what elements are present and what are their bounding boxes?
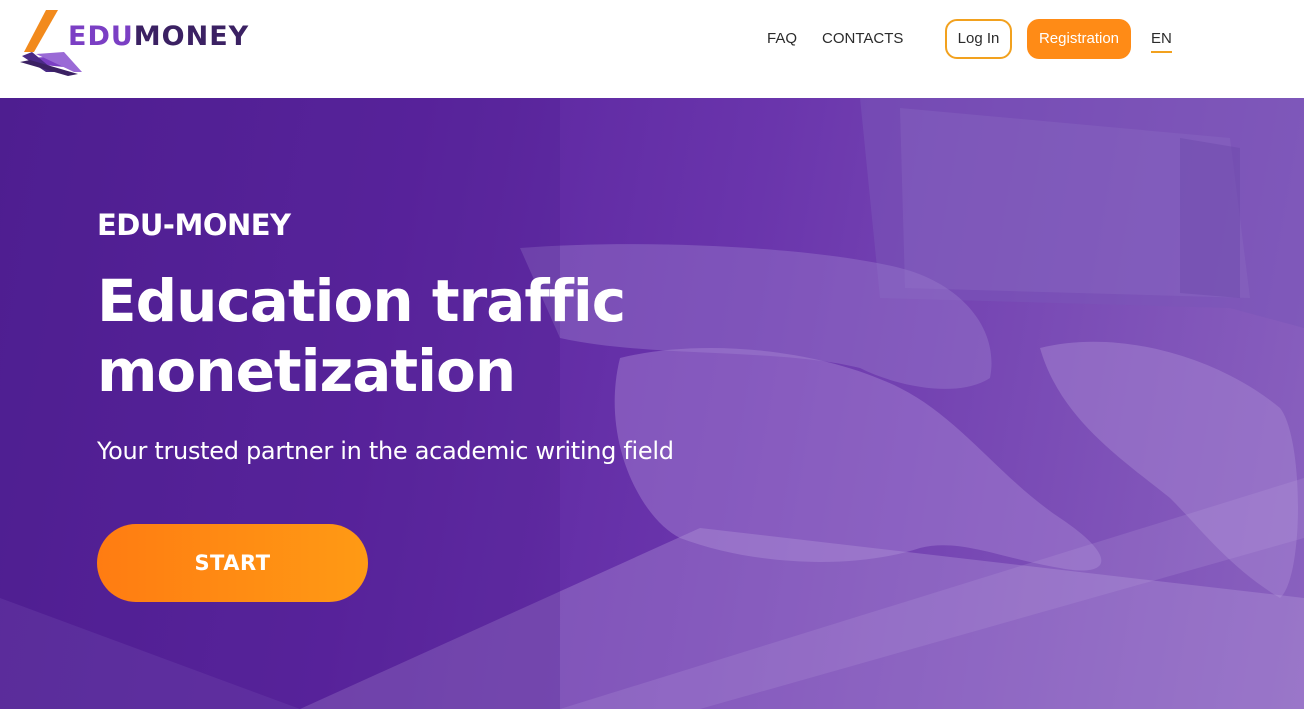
hero-title-line-1: Education traffic (97, 267, 626, 335)
hero-eyebrow: EDU-MONEY (97, 208, 291, 242)
registration-button[interactable]: Registration (1027, 19, 1131, 59)
start-button[interactable]: START (97, 524, 368, 602)
nav-faq-link[interactable]: FAQ (767, 29, 797, 49)
logo-wordmark: EDUMONEY (68, 22, 249, 52)
logo-text-edu: EDU (68, 21, 134, 52)
site-header: EDUMONEY FAQ CONTACTS Log In Registratio… (0, 0, 1304, 98)
logo-text-money: MONEY (133, 21, 250, 52)
hero-title: Education traffic monetization (97, 266, 737, 406)
language-selector[interactable]: EN (1151, 29, 1172, 53)
hero-subtitle: Your trusted partner in the academic wri… (97, 437, 674, 465)
site-logo[interactable]: EDUMONEY (16, 6, 256, 76)
nav-contacts-link[interactable]: CONTACTS (822, 29, 903, 49)
hero-section: EDU-MONEY Education traffic monetization … (0, 98, 1304, 709)
login-button[interactable]: Log In (945, 19, 1012, 59)
hero-title-line-2: monetization (97, 337, 516, 405)
